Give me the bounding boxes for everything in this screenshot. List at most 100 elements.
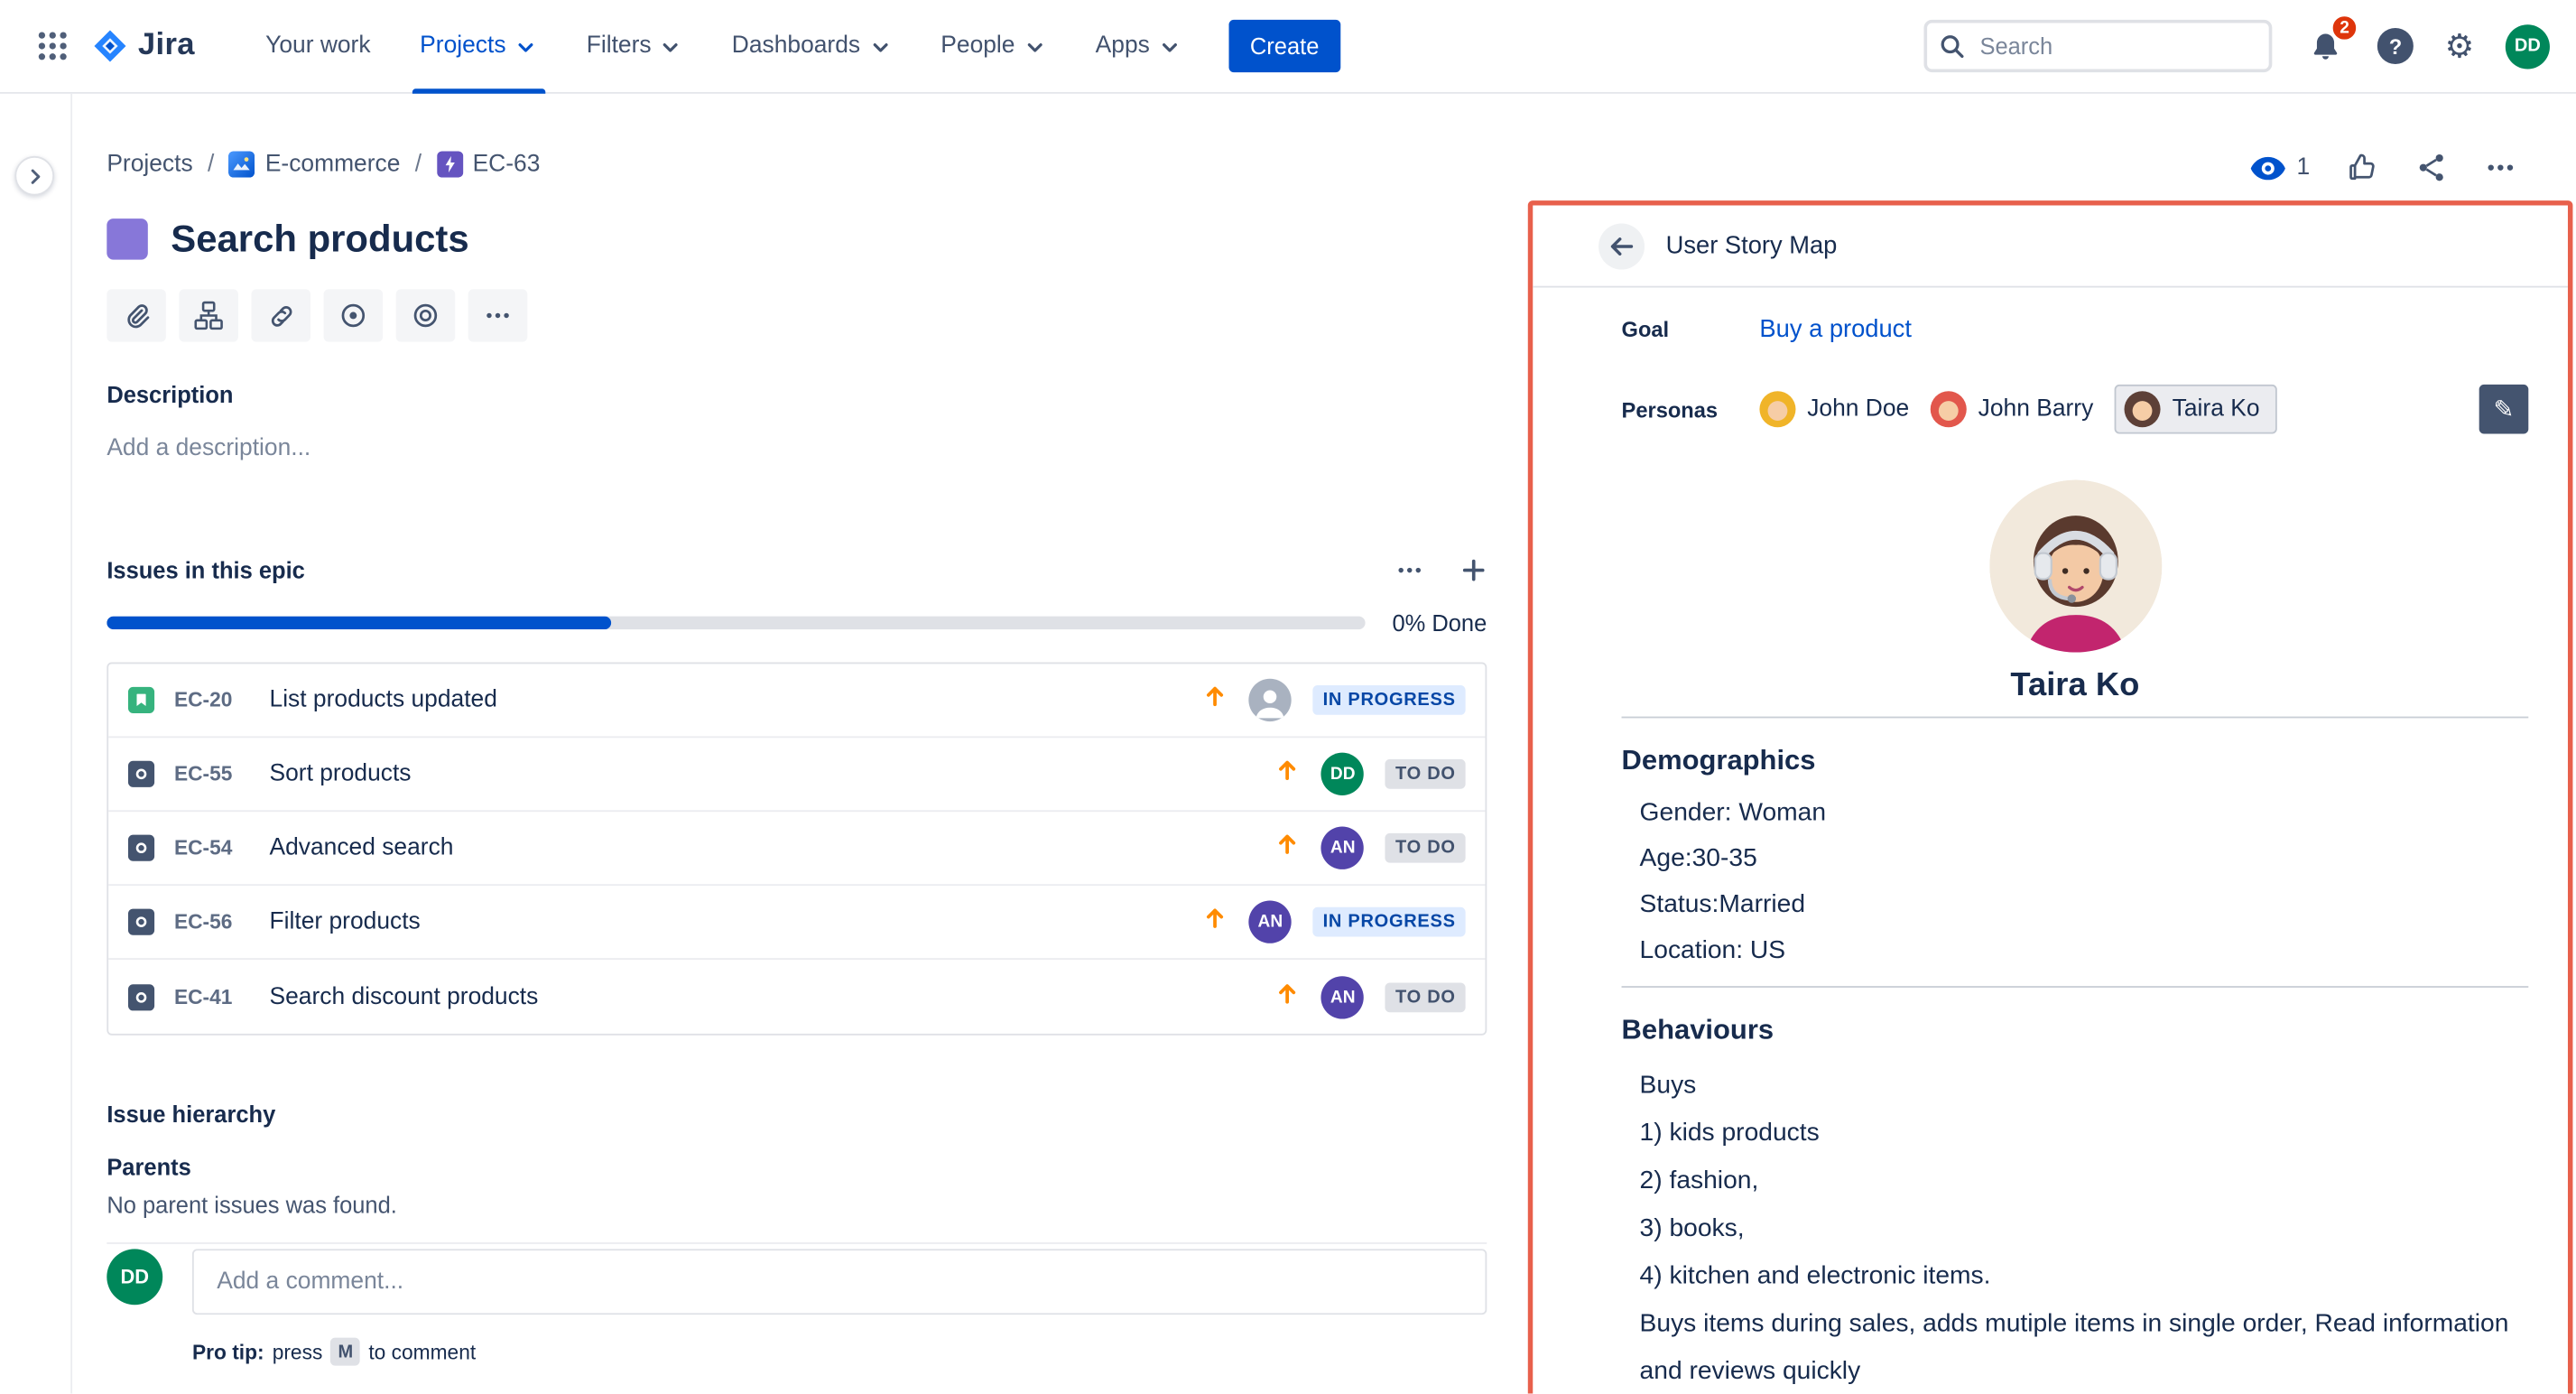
personas-label: Personas — [1622, 397, 1760, 422]
description-placeholder[interactable]: Add a description... — [107, 435, 1487, 461]
keyboard-key-m: M — [330, 1338, 360, 1366]
panel-back-button[interactable] — [1598, 223, 1645, 269]
chevron-down-icon — [660, 36, 682, 59]
demographic-item: Age:30-35 — [1640, 836, 2529, 882]
attach-button[interactable] — [107, 289, 166, 341]
logo-text: Jira — [138, 28, 195, 64]
share-button[interactable] — [2415, 151, 2448, 183]
pencil-icon: ✎ — [2494, 395, 2515, 424]
persona-chip[interactable]: John Doe — [1759, 385, 1909, 434]
assignee-avatar[interactable]: AN — [1321, 827, 1364, 869]
nav-item[interactable]: Apps — [1070, 0, 1205, 93]
issue-row[interactable]: EC-54 Advanced search — [108, 812, 1485, 886]
nav-item[interactable]: Dashboards — [707, 0, 916, 93]
issue-type-icon — [128, 687, 154, 713]
assignee-avatar[interactable] — [1249, 679, 1292, 721]
link-icon — [265, 300, 297, 331]
persona-name-label: John Barry — [1978, 396, 2094, 423]
issue-summary[interactable]: Filter products — [270, 909, 421, 935]
comment-input[interactable] — [192, 1249, 1487, 1315]
issue-type-icon — [128, 835, 154, 861]
share-icon — [2415, 151, 2448, 183]
issue-row[interactable]: EC-20 List products updated — [108, 664, 1485, 738]
assignee-avatar[interactable]: AN — [1249, 900, 1292, 943]
nav-item-label: Filters — [587, 33, 652, 59]
issue-row[interactable]: EC-55 Sort products — [108, 738, 1485, 812]
target-button[interactable] — [396, 289, 456, 341]
question-mark-icon: ? — [2389, 33, 2402, 58]
notifications-button[interactable]: 2 — [2303, 24, 2346, 67]
link-issue-button[interactable] — [251, 289, 310, 341]
target-dot-icon — [337, 299, 369, 331]
current-user-avatar: DD — [107, 1249, 162, 1305]
demographics-list: Gender: Woman Age:30-35 Status:Married L… — [1622, 791, 2529, 975]
behaviour-item: Buys — [1640, 1062, 2529, 1110]
nav-item[interactable]: Filters — [561, 0, 707, 93]
help-button[interactable]: ? — [2377, 28, 2414, 64]
chevron-down-icon — [868, 36, 891, 59]
status-badge[interactable]: IN PROGRESS — [1313, 685, 1466, 715]
breadcrumb-issue[interactable]: EC-63 — [437, 151, 541, 177]
issue-summary[interactable]: Advanced search — [270, 835, 454, 861]
comment-protip: Pro tip: press M to comment — [192, 1338, 1487, 1366]
jira-logo[interactable]: Jira — [92, 28, 195, 64]
status-badge[interactable]: IN PROGRESS — [1313, 907, 1466, 937]
top-navbar: Jira Your work Projects — [0, 0, 2576, 94]
assignee-avatar[interactable]: AN — [1321, 975, 1364, 1018]
epic-type-icon — [437, 151, 463, 177]
status-badge[interactable]: TO DO — [1385, 759, 1466, 789]
epic-list-more-button[interactable] — [1395, 555, 1424, 585]
assignee-avatar[interactable]: DD — [1321, 753, 1364, 795]
issue-key[interactable]: EC-41 — [174, 985, 253, 1008]
goal-label: Goal — [1622, 317, 1760, 341]
scope-button[interactable] — [324, 289, 384, 341]
epic-issues-heading: Issues in this epic — [107, 557, 305, 583]
issue-type-icon — [128, 761, 154, 787]
demographic-item: Location: US — [1640, 928, 2529, 974]
persona-chip[interactable]: John Barry — [1931, 385, 2093, 434]
issue-summary[interactable]: List products updated — [270, 687, 497, 713]
toolbar-more-button[interactable] — [468, 289, 528, 341]
jira-logo-icon — [92, 28, 128, 64]
nav-item[interactable]: Your work — [241, 0, 395, 93]
edit-personas-button[interactable]: ✎ — [2479, 385, 2529, 434]
persona-chip[interactable]: Taira Ko — [2115, 385, 2278, 434]
issue-key[interactable]: EC-55 — [174, 763, 253, 785]
nav-item-label: Dashboards — [732, 33, 860, 59]
protip-prefix: Pro tip: — [192, 1340, 264, 1362]
like-button[interactable] — [2346, 151, 2378, 183]
status-badge[interactable]: TO DO — [1385, 982, 1466, 1012]
sidebar-expand-button[interactable] — [14, 156, 54, 196]
watch-button[interactable]: 1 — [2251, 154, 2311, 181]
issue-row[interactable]: EC-41 Search discount products — [108, 960, 1485, 1034]
breadcrumb-project[interactable]: E-commerce — [229, 151, 401, 177]
demographic-item: Status:Married — [1640, 882, 2529, 928]
issue-key[interactable]: EC-20 — [174, 689, 253, 711]
progress-bar — [107, 617, 1366, 630]
issue-row[interactable]: EC-56 Filter products — [108, 886, 1485, 960]
create-button[interactable]: Create — [1228, 20, 1340, 72]
issue-key[interactable]: EC-54 — [174, 836, 253, 859]
priority-high-icon — [1275, 757, 1300, 790]
breadcrumb-projects[interactable]: Projects — [107, 151, 192, 177]
assignee-initials: AN — [1258, 912, 1283, 932]
add-child-issue-button[interactable] — [179, 289, 238, 341]
app-switcher-button[interactable] — [26, 20, 79, 72]
user-avatar[interactable]: DD — [2506, 23, 2550, 68]
nav-item[interactable]: Projects — [395, 0, 562, 93]
issue-summary[interactable]: Search discount products — [270, 983, 539, 1009]
search-input[interactable] — [1924, 20, 2273, 72]
settings-button[interactable]: ⚙ — [2445, 30, 2475, 62]
goal-link[interactable]: Buy a product — [1759, 315, 1911, 343]
chevron-down-icon — [514, 36, 537, 59]
hierarchy-heading: Issue hierarchy — [107, 1101, 1487, 1128]
epic-issues-section: Issues in this epic 0% Done — [107, 555, 1487, 1035]
issue-summary[interactable]: Sort products — [270, 761, 412, 787]
status-badge[interactable]: TO DO — [1385, 833, 1466, 863]
more-actions-button[interactable] — [2484, 151, 2516, 183]
issue-type-icon — [128, 983, 154, 1009]
issue-key[interactable]: EC-56 — [174, 910, 253, 933]
nav-item[interactable]: People — [916, 0, 1070, 93]
add-issue-button[interactable] — [1460, 557, 1487, 583]
behaviour-item: Buys items during sales, adds mutiple it… — [1640, 1300, 2529, 1394]
